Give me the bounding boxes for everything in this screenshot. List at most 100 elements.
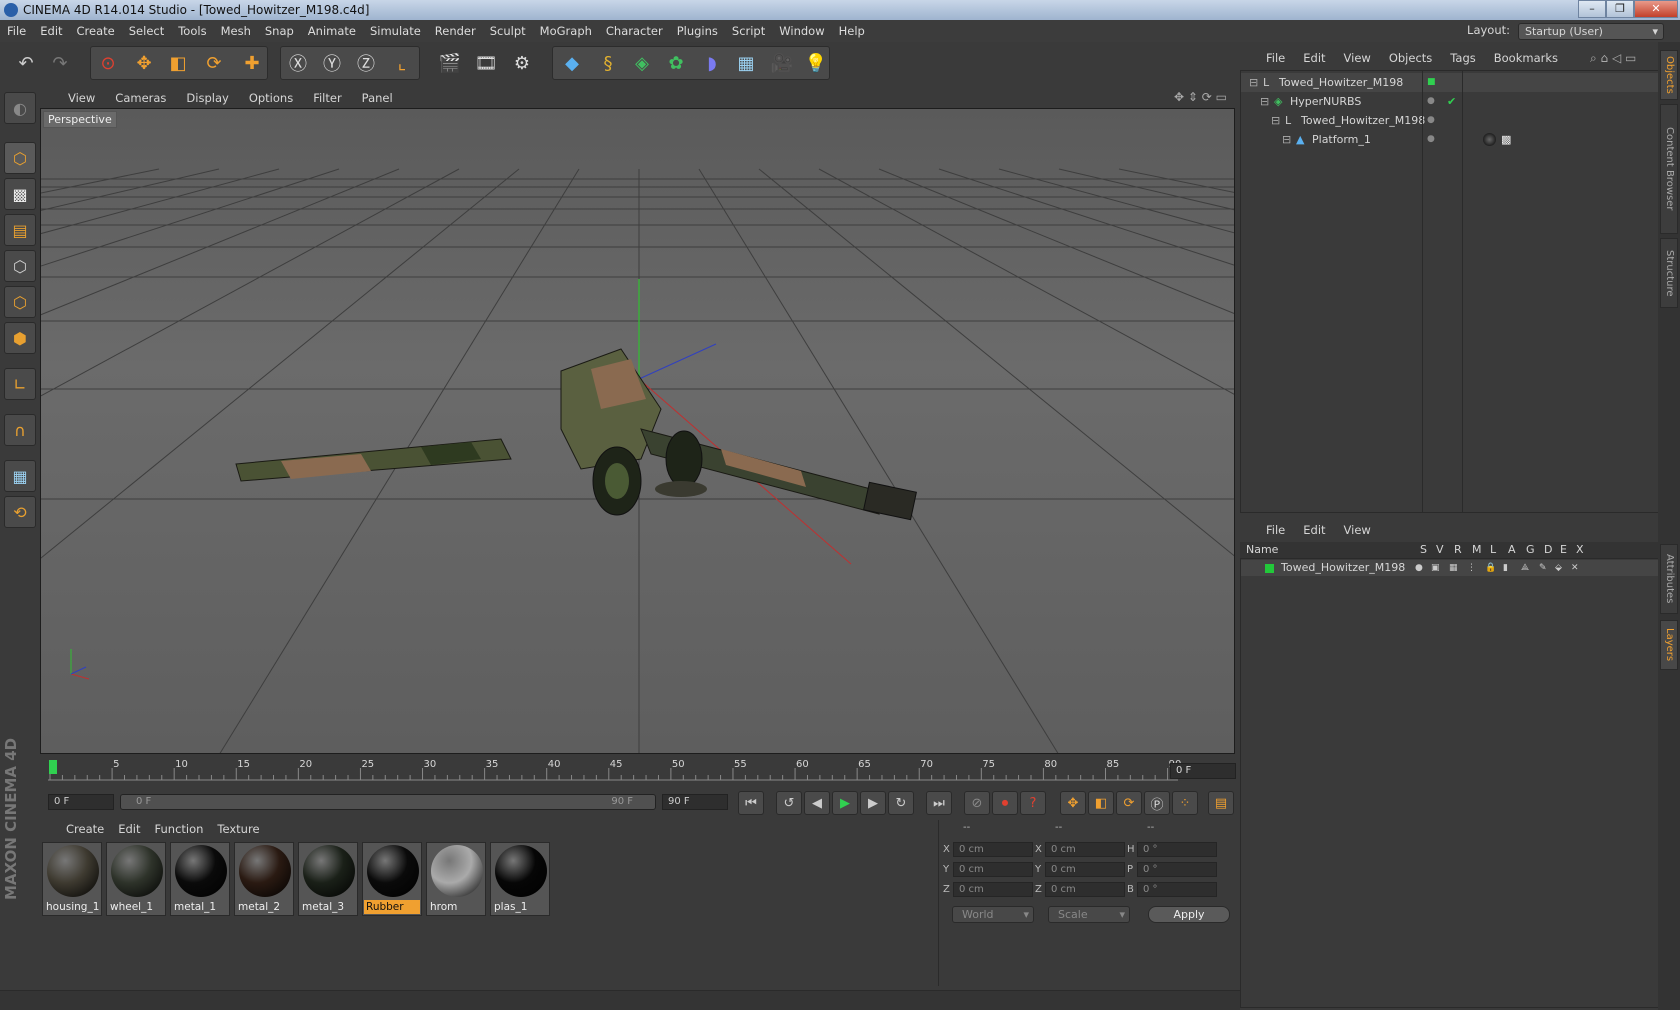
- coord-value-field[interactable]: 0 cm: [1045, 862, 1125, 877]
- play-button[interactable]: ▶: [832, 791, 858, 815]
- menu-script[interactable]: Script: [725, 24, 772, 38]
- object-row[interactable]: ⊟ L Towed_Howitzer_M198 ●: [1241, 111, 1659, 130]
- om-menu-tags[interactable]: Tags: [1450, 51, 1475, 65]
- redo-button[interactable]: ↷: [44, 47, 76, 79]
- object-row[interactable]: ⊟ ▲ Platform_1 ● ▩: [1241, 130, 1659, 149]
- layer-flag-icon[interactable]: ▮: [1503, 560, 1508, 576]
- maximize-button[interactable]: ❐: [1606, 0, 1634, 18]
- record-keys-button[interactable]: ⊘: [964, 791, 990, 815]
- workplane-mode-icon[interactable]: ▤: [4, 214, 36, 246]
- layer-flag-icon[interactable]: ✕: [1571, 560, 1579, 576]
- timeline-ruler[interactable]: 051015202530354045505560657075808590: [40, 756, 1235, 784]
- layer-row[interactable]: Towed_Howitzer_M198 ● ▣ ▦ ⋮ 🔒 ▮ ⟁ ✎ ⬙ ✕: [1241, 560, 1659, 576]
- material-menu-function[interactable]: Function: [155, 822, 204, 836]
- layer-column-x[interactable]: X: [1576, 542, 1584, 558]
- layer-column-g[interactable]: G: [1526, 542, 1535, 558]
- menu-window[interactable]: Window: [772, 24, 831, 38]
- layer-flag-icon[interactable]: ●: [1415, 560, 1423, 576]
- visibility-dot-icon[interactable]: ■: [1427, 73, 1436, 92]
- side-tab-layers[interactable]: Layers: [1660, 620, 1678, 670]
- layer-column-r[interactable]: R: [1454, 542, 1462, 558]
- coord-value-field[interactable]: 0 cm: [953, 882, 1033, 897]
- menu-edit[interactable]: Edit: [33, 24, 69, 38]
- object-row[interactable]: ⊟ ◈ HyperNURBS ● ✔: [1241, 92, 1659, 111]
- lm-menu-file[interactable]: File: [1266, 523, 1285, 537]
- coordinate-space-dropdown[interactable]: World ▾: [952, 906, 1034, 923]
- next-key-button[interactable]: ↻: [888, 791, 914, 815]
- layer-column-e[interactable]: E: [1560, 542, 1567, 558]
- menu-create[interactable]: Create: [70, 24, 122, 38]
- menu-select[interactable]: Select: [122, 24, 171, 38]
- workplane-lock-icon[interactable]: ▦: [4, 460, 36, 492]
- axis-mode-icon[interactable]: ∟: [4, 368, 36, 400]
- key-position-button[interactable]: ✥: [1060, 791, 1086, 815]
- layer-flag-icon[interactable]: ✎: [1539, 560, 1547, 576]
- texture-mode-icon[interactable]: ▩: [4, 178, 36, 210]
- key-pla-button[interactable]: ⁘: [1172, 791, 1198, 815]
- menu-file[interactable]: File: [0, 24, 33, 38]
- enabled-check-icon[interactable]: ✔: [1447, 92, 1456, 111]
- expand-toggle-icon[interactable]: ⊟: [1260, 92, 1269, 111]
- key-scale-button[interactable]: ◧: [1088, 791, 1114, 815]
- layer-flag-icon[interactable]: ⋮: [1467, 560, 1476, 576]
- floor-button[interactable]: ▦: [730, 47, 762, 79]
- material-swatch[interactable]: metal_1: [170, 842, 230, 916]
- menu-mograph[interactable]: MoGraph: [533, 24, 599, 38]
- viewport-menu-cameras[interactable]: Cameras: [115, 91, 166, 105]
- timeline-window-button[interactable]: ▤: [1208, 791, 1234, 815]
- autokey-button[interactable]: ⏺: [992, 791, 1018, 815]
- rotate-tool-button[interactable]: ⟳: [198, 47, 230, 79]
- visibility-dot-icon[interactable]: ●: [1427, 92, 1435, 111]
- render-settings-button[interactable]: ⚙: [506, 47, 538, 79]
- expand-toggle-icon[interactable]: ⊟: [1249, 73, 1258, 92]
- material-swatch[interactable]: wheel_1: [106, 842, 166, 916]
- om-menu-view[interactable]: View: [1344, 51, 1371, 65]
- playhead[interactable]: [49, 760, 57, 774]
- render-picture-viewer-button[interactable]: 🎞: [470, 47, 502, 79]
- go-to-end-button[interactable]: ⏭: [926, 791, 952, 815]
- layer-flag-icon[interactable]: ▦: [1449, 560, 1458, 576]
- material-swatch[interactable]: metal_2: [234, 842, 294, 916]
- layout-dropdown[interactable]: Startup (User) ▾: [1518, 23, 1664, 40]
- menu-mesh[interactable]: Mesh: [214, 24, 258, 38]
- x-axis-lock-button[interactable]: Ⓧ: [282, 47, 314, 79]
- object-manager-tools[interactable]: ⌕ ⌂ ◁ ▭: [1590, 51, 1636, 66]
- minimize-button[interactable]: –: [1578, 0, 1606, 18]
- 3d-viewport[interactable]: Perspective: [40, 108, 1235, 754]
- apply-button[interactable]: Apply: [1148, 906, 1230, 923]
- viewport-menu-view[interactable]: View: [68, 91, 95, 105]
- material-swatch[interactable]: hrom: [426, 842, 486, 916]
- frame-range-slider[interactable]: 0 F 90 F: [120, 794, 656, 810]
- points-mode-icon[interactable]: ⬡: [4, 250, 36, 282]
- viewport-menu-display[interactable]: Display: [186, 91, 228, 105]
- key-parameter-button[interactable]: Ⓟ: [1144, 791, 1170, 815]
- layer-column-m[interactable]: M: [1472, 542, 1482, 558]
- side-tab-structure[interactable]: Structure: [1660, 238, 1678, 308]
- material-swatch[interactable]: Rubber: [362, 842, 422, 916]
- camera-button[interactable]: 🎥: [766, 47, 798, 79]
- y-axis-lock-button[interactable]: Ⓨ: [316, 47, 348, 79]
- uvw-tag-icon[interactable]: ▩: [1501, 130, 1511, 149]
- coordinate-mode-dropdown[interactable]: Scale ▾: [1048, 906, 1130, 923]
- coord-value-field[interactable]: 0 cm: [1045, 882, 1125, 897]
- layer-flag-icon[interactable]: ▣: [1431, 560, 1440, 576]
- side-tab-content-browser[interactable]: Content Browser: [1660, 104, 1678, 234]
- layer-color-swatch[interactable]: [1265, 564, 1274, 573]
- material-tag-icon[interactable]: [1483, 133, 1496, 146]
- array-button[interactable]: ✿: [660, 47, 692, 79]
- material-swatch[interactable]: metal_3: [298, 842, 358, 916]
- edges-mode-icon[interactable]: ⬡: [4, 286, 36, 318]
- menu-sculpt[interactable]: Sculpt: [483, 24, 533, 38]
- visibility-dot-icon[interactable]: ●: [1427, 130, 1435, 149]
- menu-plugins[interactable]: Plugins: [670, 24, 725, 38]
- expand-toggle-icon[interactable]: ⊟: [1271, 111, 1280, 130]
- viewport-menu-panel[interactable]: Panel: [362, 91, 393, 105]
- side-tab-objects[interactable]: Objects: [1660, 50, 1678, 100]
- lm-menu-view[interactable]: View: [1344, 523, 1371, 537]
- go-to-start-button[interactable]: ⏮: [738, 791, 764, 815]
- end-frame-field[interactable]: 90 F: [662, 794, 728, 810]
- coordinate-system-button[interactable]: ⌞: [386, 47, 418, 79]
- z-axis-lock-button[interactable]: Ⓩ: [350, 47, 382, 79]
- material-swatch[interactable]: plas_1: [490, 842, 550, 916]
- current-frame-field[interactable]: 0 F: [1170, 763, 1236, 779]
